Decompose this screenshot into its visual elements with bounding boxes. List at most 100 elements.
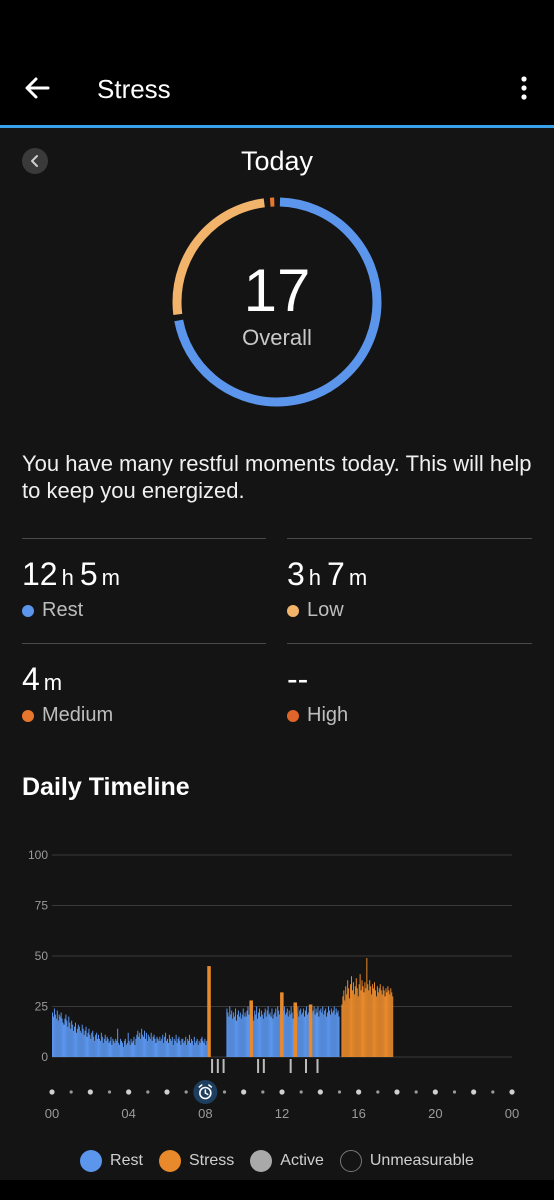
bar-rest xyxy=(231,1010,233,1057)
timeline-dot xyxy=(471,1089,477,1095)
timeline-dot xyxy=(356,1089,362,1095)
bar-stress xyxy=(344,1000,346,1057)
back-button[interactable] xyxy=(18,70,58,106)
stress-content: Today 17 Overall You have many restful m… xyxy=(0,128,554,1200)
bar-rest xyxy=(59,1016,61,1057)
bar-rest xyxy=(161,1038,163,1057)
bar-rest xyxy=(285,1012,287,1057)
bar-rest xyxy=(198,1040,200,1057)
bar-rest xyxy=(89,1034,91,1057)
bar-rest xyxy=(159,1036,161,1057)
bar-stress xyxy=(372,984,374,1057)
legend-swatch xyxy=(80,1150,103,1172)
bar-rest xyxy=(176,1042,178,1057)
bar-stress xyxy=(361,980,363,1057)
bar-rest xyxy=(242,1008,244,1057)
bar-rest xyxy=(137,1030,139,1057)
y-tick-label: 25 xyxy=(35,1000,49,1014)
bar-rest xyxy=(260,1010,262,1057)
bar-rest xyxy=(154,1038,156,1057)
x-tick-label: 20 xyxy=(428,1106,442,1121)
bar-stress xyxy=(388,990,390,1057)
bar-rest xyxy=(169,1038,171,1057)
timeline-dot xyxy=(376,1090,380,1094)
bar-rest xyxy=(287,1016,289,1057)
bar-rest xyxy=(322,1006,324,1057)
bar-rest xyxy=(131,1042,133,1057)
bar-rest xyxy=(142,1034,144,1057)
bar-rest xyxy=(98,1034,99,1057)
bar-stress xyxy=(365,988,367,1057)
legend-swatch xyxy=(339,1150,362,1172)
bar-rest xyxy=(190,1038,192,1057)
page-title: Stress xyxy=(97,74,171,104)
timeline-dot xyxy=(222,1090,227,1094)
bar-stress xyxy=(379,984,381,1057)
bar-rest xyxy=(73,1030,75,1057)
bar-rest xyxy=(148,1036,150,1057)
bar-rest xyxy=(90,1038,92,1057)
bar-stress xyxy=(352,982,354,1057)
bar-rest xyxy=(75,1032,77,1057)
active-marker xyxy=(216,1059,219,1073)
bar-rest xyxy=(133,1036,135,1057)
bar-rest xyxy=(334,1014,336,1057)
bar-rest xyxy=(302,1012,304,1057)
bar-rest xyxy=(314,1014,316,1057)
bar-stress xyxy=(376,986,378,1057)
bar-rest xyxy=(71,1020,73,1057)
bar-rest xyxy=(201,1036,203,1057)
more-options-button[interactable] xyxy=(512,72,536,104)
bar-rest xyxy=(78,1026,80,1057)
bar-rest xyxy=(233,1012,235,1057)
bar-rest xyxy=(227,1012,229,1057)
bar-rest xyxy=(266,1010,268,1057)
bar-stress xyxy=(280,992,284,1057)
bar-rest xyxy=(83,1034,85,1057)
daily-timeline-chart[interactable]: 0 25 50 75 100 00 04 08 12 16 20 00 xyxy=(0,828,554,1138)
bar-rest xyxy=(72,1024,74,1057)
bar-rest xyxy=(279,1014,281,1057)
bar-rest xyxy=(79,1030,81,1057)
bar-rest xyxy=(56,1010,58,1057)
bar-rest xyxy=(278,1010,280,1057)
bar-rest xyxy=(82,1028,84,1057)
bar-stress xyxy=(341,1004,343,1057)
bar-rest xyxy=(95,1034,97,1057)
bar-stress xyxy=(366,958,368,1057)
bar-rest xyxy=(130,1038,132,1057)
bar-rest xyxy=(206,1040,208,1057)
y-tick-label: 50 xyxy=(35,949,49,963)
bar-rest xyxy=(186,1044,188,1057)
x-tick-label: 08 xyxy=(198,1106,212,1121)
bar-rest xyxy=(275,1008,277,1057)
app-bar: Stress xyxy=(0,50,554,126)
bar-stress xyxy=(375,996,377,1057)
legend-item-unmeasurable: Unmeasurable xyxy=(339,1150,474,1172)
bar-rest xyxy=(88,1028,90,1057)
bar-rest xyxy=(180,1044,182,1057)
bar-rest xyxy=(290,1006,292,1057)
x-tick-label: 04 xyxy=(121,1106,135,1121)
bar-rest xyxy=(253,1020,255,1057)
bar-rest xyxy=(132,1040,134,1057)
divider xyxy=(22,643,266,644)
bar-rest xyxy=(85,1026,87,1057)
bar-rest xyxy=(160,1040,162,1057)
bar-rest xyxy=(245,1016,247,1057)
bar-rest xyxy=(181,1038,183,1057)
bar-rest xyxy=(114,1042,116,1057)
bar-rest xyxy=(270,1016,272,1057)
bar-rest xyxy=(113,1040,115,1057)
bar-stress xyxy=(370,986,372,1057)
bar-rest xyxy=(61,1018,63,1057)
bar-rest xyxy=(268,1014,270,1057)
divider xyxy=(287,643,532,644)
divider xyxy=(287,538,532,539)
bar-rest xyxy=(75,1022,76,1057)
bar-stress xyxy=(380,990,382,1057)
bar-rest xyxy=(323,1014,325,1057)
bar-rest xyxy=(204,1038,206,1057)
bar-stress xyxy=(374,990,376,1057)
bar-stress xyxy=(381,994,383,1057)
